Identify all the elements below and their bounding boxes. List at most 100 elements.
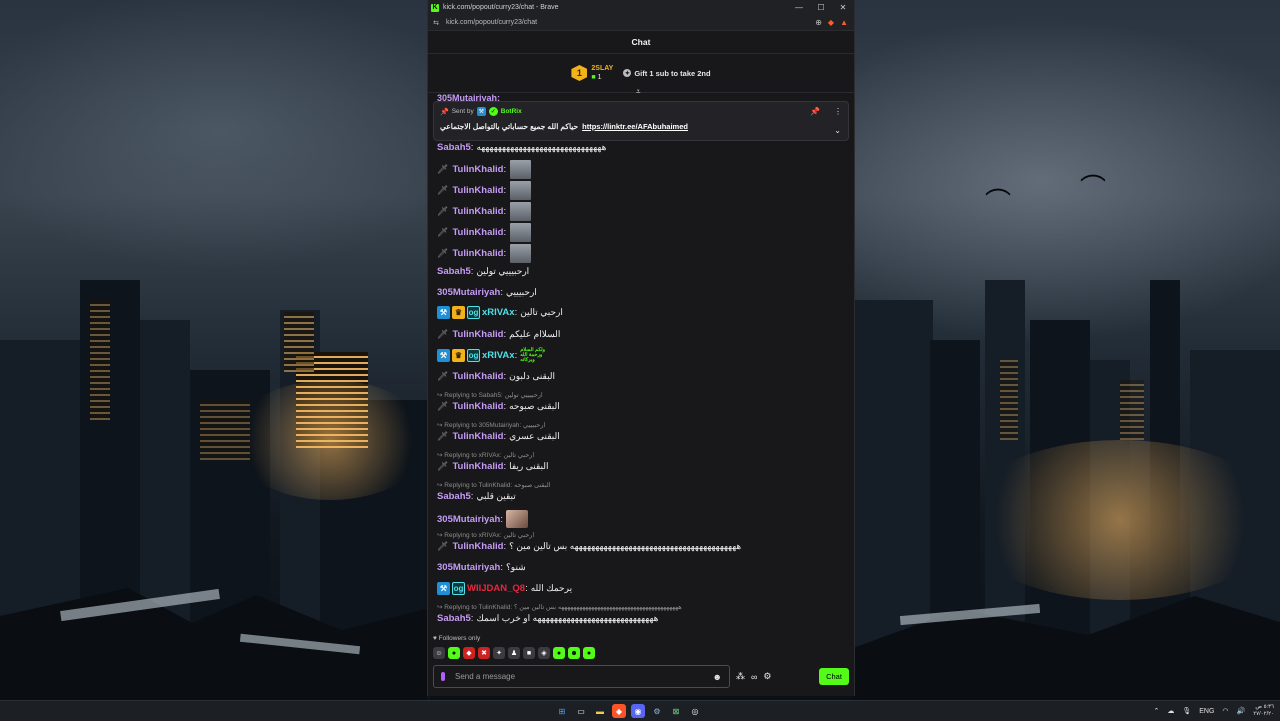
emote[interactable]	[506, 510, 529, 528]
title-bar: K kick.com/popout/curry23/chat - Brave —…	[428, 0, 854, 15]
emote-button[interactable]: ☻	[568, 647, 580, 659]
close-button[interactable]: ✕	[832, 3, 854, 12]
brave-rewards-icon[interactable]: ▲	[840, 18, 848, 27]
reply-context[interactable]: ↪ Replying to TulinKhalid: البقنى صبوحه	[437, 481, 551, 489]
username[interactable]: Sabah5	[437, 266, 471, 277]
username[interactable]: Sabah5	[437, 491, 471, 502]
pinned-author[interactable]: BotRix	[501, 108, 522, 115]
microphone-icon[interactable]: 🎙	[1182, 707, 1191, 715]
emote-button[interactable]: ✦	[493, 647, 505, 659]
chrome-icon[interactable]: ◎	[688, 704, 702, 718]
maximize-button[interactable]: ☐	[810, 3, 832, 12]
points-icon[interactable]: ⁂	[736, 671, 745, 682]
gift-leaderboard: 1 2SLAY ■ 1 ✦ Gift 1 sub to take 2nd	[428, 54, 854, 93]
sent-by-label: Sent by	[451, 108, 474, 115]
window-title: kick.com/popout/curry23/chat - Brave	[443, 4, 559, 11]
username[interactable]: TulinKhalid	[452, 248, 503, 259]
username[interactable]: TulinKhalid	[452, 401, 503, 412]
emote-button[interactable]: ■	[523, 647, 535, 659]
task-view-icon[interactable]: ▭	[574, 704, 588, 718]
moderator-badge-icon: ⚒	[476, 107, 486, 116]
reply-context[interactable]: ↪ Replying to 305Mutairiyah: ارحبيييي	[437, 421, 545, 429]
minimize-button[interactable]: —	[788, 3, 810, 12]
emote-button[interactable]: ✖	[478, 647, 490, 659]
chevron-down-icon[interactable]: ⌄	[834, 126, 841, 135]
message-text: ارحبيييي	[506, 287, 537, 297]
pinned-link[interactable]: https://linktr.ee/AFAbuhaimed	[582, 122, 688, 131]
lang-indicator[interactable]: ENG	[1199, 708, 1214, 715]
emote-button[interactable]: ◆	[463, 647, 475, 659]
file-explorer-icon[interactable]: ▬	[593, 704, 607, 718]
microphone-icon[interactable]	[441, 672, 445, 681]
reply-context[interactable]: ↪ Replying to xRIVAx: ارحبي تالين	[437, 451, 534, 459]
username[interactable]: TulinKhalid	[452, 164, 503, 175]
username[interactable]: TulinKhalid	[452, 431, 503, 442]
settings-gear-icon[interactable]: ⚙	[763, 671, 771, 682]
reply-context[interactable]: ↪ Replying to TulinKhalid: ههههههههههههه…	[437, 603, 682, 611]
username[interactable]: TulinKhalid	[452, 329, 503, 340]
emote[interactable]	[510, 160, 532, 179]
username[interactable]: xRIVAx	[482, 350, 515, 361]
username[interactable]: 305Mutairiyah	[437, 514, 500, 525]
emote[interactable]	[510, 244, 532, 263]
followers-only-label: Followers only	[438, 635, 481, 642]
username[interactable]: TulinKhalid	[452, 185, 503, 196]
text-emote[interactable]: ولكم السلام ورحمة الله وبركاته	[520, 348, 550, 363]
emote-button[interactable]: ●	[448, 647, 460, 659]
moderator-badge-icon: ⚒	[437, 349, 450, 362]
start-menu-icon[interactable]: ⊞	[555, 704, 569, 718]
emote-button[interactable]: ●	[553, 647, 565, 659]
username[interactable]: xRIVAx	[482, 307, 515, 318]
collapse-leaderboard-icon[interactable]: ⩡	[636, 87, 641, 97]
emote-button[interactable]: ☺	[433, 647, 445, 659]
message-text: ههههههههههههههههههههههههههههههه	[476, 142, 607, 152]
clock[interactable]: ٥:٣٦ ص ٢٧/٠٢/٢٠	[1253, 704, 1274, 718]
cloud-icon[interactable]: ☁	[1167, 707, 1174, 715]
send-chat-button[interactable]: Chat	[819, 668, 849, 685]
emote-button[interactable]: ♟	[508, 647, 520, 659]
chat-message: 🗡 TulinKhalid:	[437, 244, 532, 263]
username[interactable]: TulinKhalid	[452, 206, 503, 217]
emote-button[interactable]: ◈	[538, 647, 550, 659]
gift-sub-prompt[interactable]: ✦ Gift 1 sub to take 2nd	[623, 69, 711, 78]
emote-button[interactable]: ●	[583, 647, 595, 659]
more-options-icon[interactable]: ⋮	[834, 107, 842, 116]
emoji-picker-icon[interactable]: ☻	[713, 672, 722, 682]
username[interactable]: 305Mutairiyah	[437, 287, 500, 298]
message-input[interactable]: Send a message ☻	[433, 665, 730, 688]
username[interactable]: TulinKhalid	[452, 371, 503, 382]
site-settings-icon[interactable]: ⇆	[430, 19, 442, 27]
username[interactable]: Sabah5	[437, 142, 471, 153]
emote[interactable]	[510, 202, 532, 221]
unpin-icon[interactable]: 📌	[810, 107, 820, 116]
url-field[interactable]: kick.com/popout/curry23/chat	[446, 19, 815, 26]
zoom-icon[interactable]: ⊕	[815, 18, 822, 27]
discord-icon[interactable]: ◉	[631, 704, 645, 718]
wifi-icon[interactable]: ◠	[1222, 707, 1228, 715]
sword-badge-icon: 🗡	[437, 227, 449, 237]
username[interactable]: TulinKhalid	[452, 227, 503, 238]
username[interactable]: TulinKhalid	[452, 541, 503, 552]
emote[interactable]	[510, 181, 532, 200]
chat-message: 🗡 TulinKhalid: السلاام عليكم	[437, 329, 561, 340]
infinity-icon[interactable]: ∞	[751, 672, 757, 682]
brave-browser-icon[interactable]: ◆	[612, 704, 626, 718]
username[interactable]: 305Mutairiyah	[437, 562, 500, 573]
reply-context[interactable]: ↪ Replying to Sabah5: ارحبيييي تولين	[437, 391, 543, 399]
volume-icon[interactable]: 🔊	[1237, 707, 1246, 715]
steam-icon[interactable]: ⚙	[650, 704, 664, 718]
followers-only-notice: ♥ Followers only	[433, 635, 481, 642]
chat-messages[interactable]: Sabah5: ههههههههههههههههههههههههههههههه …	[428, 140, 854, 630]
chevron-up-icon[interactable]: ⌃	[1153, 707, 1159, 715]
brave-shield-icon[interactable]: ◆	[828, 18, 834, 27]
username[interactable]: Sabah5	[437, 613, 471, 624]
sword-badge-icon: 🗡	[437, 431, 449, 441]
xbox-icon[interactable]: ⊠	[669, 704, 683, 718]
username[interactable]: TulinKhalid	[452, 461, 503, 472]
leader-name[interactable]: 2SLAY	[591, 64, 613, 73]
username[interactable]: WIIJDAN_Q8	[467, 583, 525, 594]
reply-context[interactable]: ↪ Replying to xRIVAx: ارحبي تالين	[437, 531, 534, 539]
emote[interactable]	[510, 223, 532, 242]
chat-message: ⚒ ♛ og xRIVAx: ارحبي تالين	[437, 306, 563, 319]
chat-message: Sabah5: تبقين قلبي	[437, 491, 516, 502]
